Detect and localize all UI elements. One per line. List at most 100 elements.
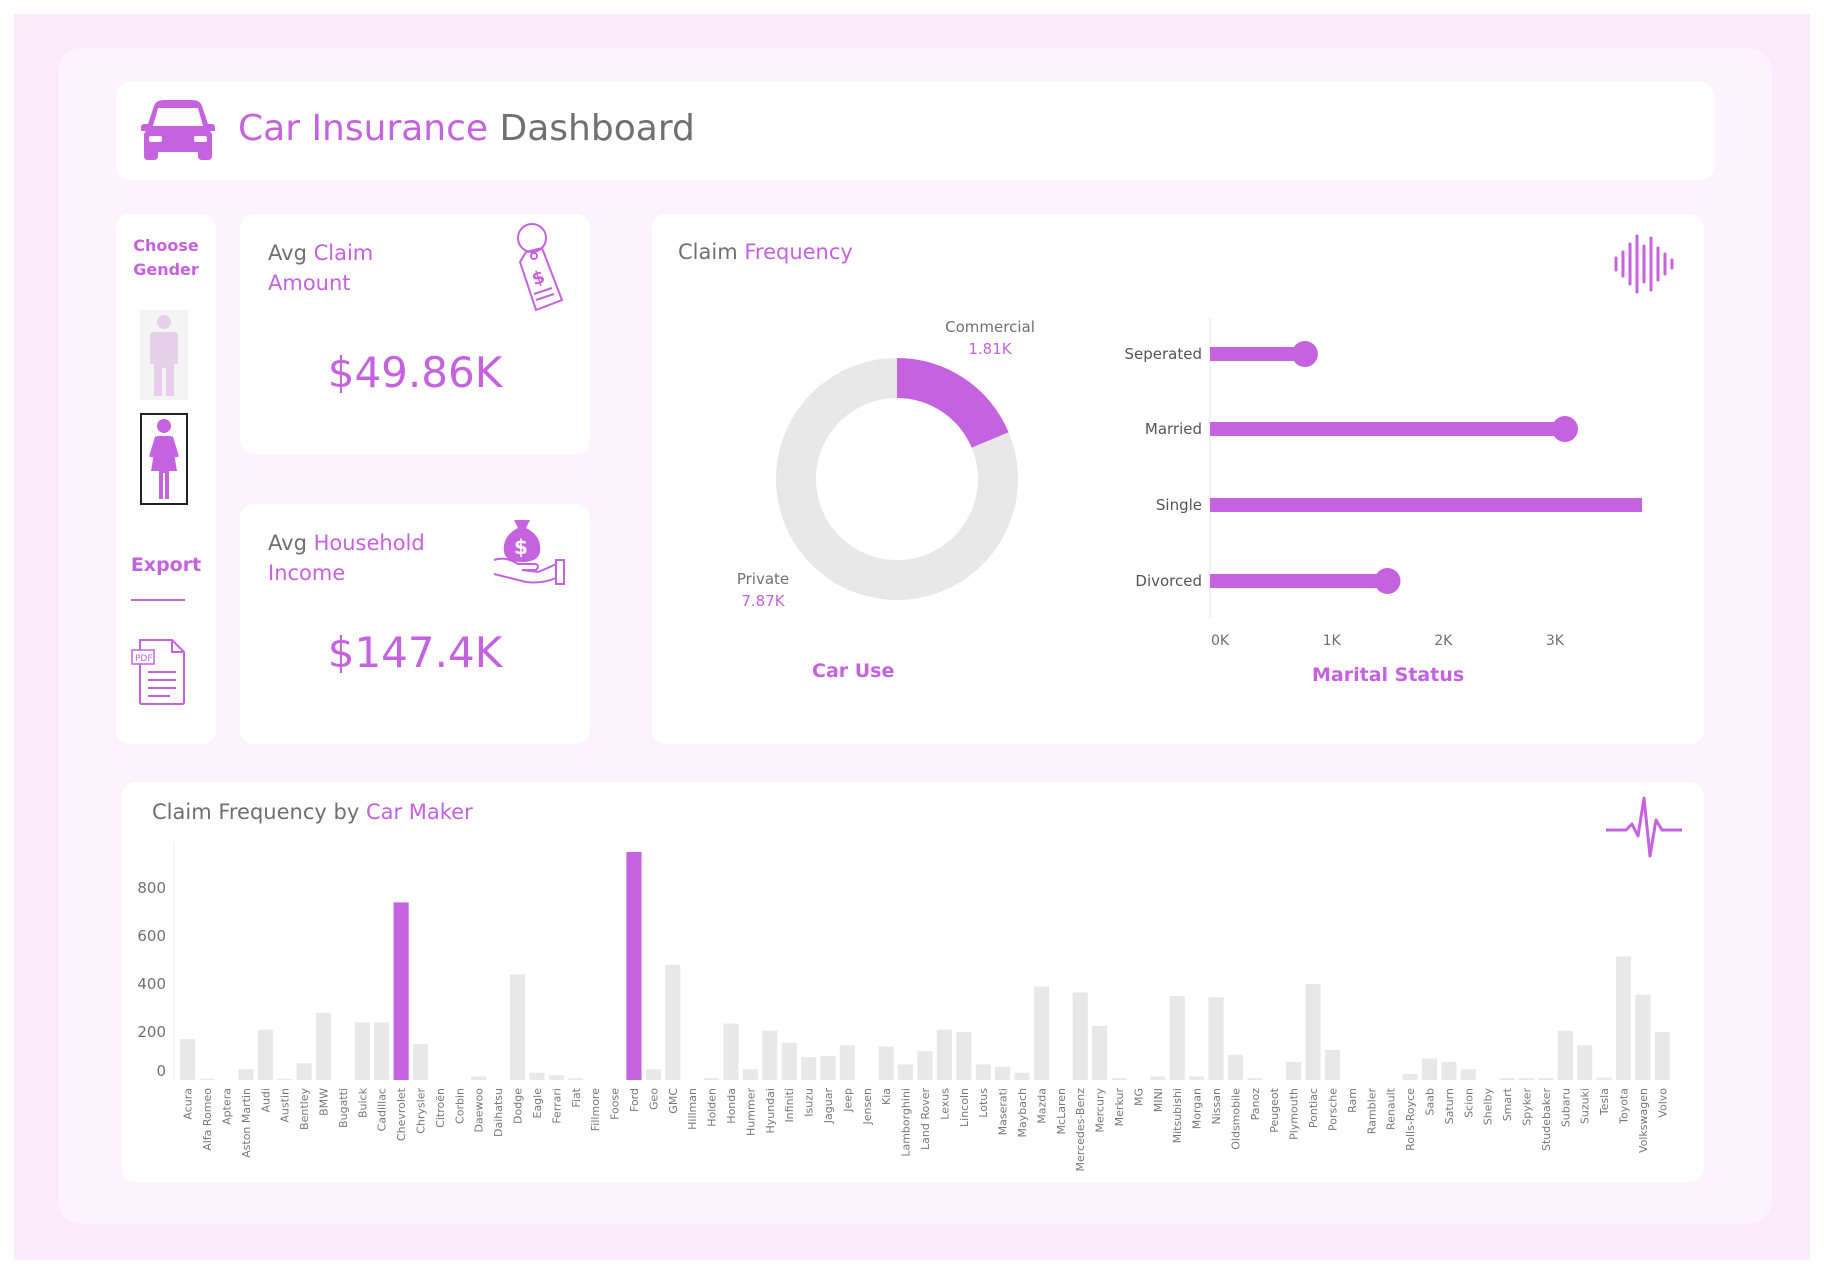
maker-bar-mazda[interactable] <box>1033 986 1049 1080</box>
maker-bar-scion[interactable] <box>1460 1069 1476 1080</box>
maker-bar-porsche[interactable] <box>1324 1050 1341 1080</box>
maker-bar-hyundai[interactable] <box>762 1030 778 1080</box>
marital-bar-seperated[interactable] <box>1210 347 1305 361</box>
maker-bar-holden[interactable] <box>704 1078 720 1080</box>
maker-bar-bentley[interactable] <box>296 1063 312 1080</box>
maker-bar-saab[interactable] <box>1421 1058 1438 1080</box>
maker-bar-saturn[interactable] <box>1441 1062 1457 1080</box>
maker-bar-lamborghini[interactable] <box>898 1064 914 1080</box>
maker-bar-oldsmobile[interactable] <box>1227 1054 1244 1080</box>
avg-claim-label-part: Avg <box>268 241 314 265</box>
export-label[interactable]: Export <box>116 554 216 576</box>
marital-bar-single[interactable] <box>1210 498 1642 512</box>
maker-bar-geo[interactable] <box>645 1069 661 1080</box>
maker-bar-audi[interactable] <box>257 1029 273 1080</box>
maker-label-mazda: Mazda <box>1035 1088 1048 1124</box>
maker-bar-austin[interactable] <box>277 1078 293 1080</box>
maker-bar-smart[interactable] <box>1499 1078 1515 1080</box>
maker-bar-lexus[interactable] <box>936 1029 952 1080</box>
maker-label-geo: Geo <box>647 1088 660 1110</box>
maker-bar-fiat[interactable] <box>568 1078 584 1080</box>
maker-bar-merkur[interactable] <box>1111 1078 1127 1080</box>
marital-dot-divorced[interactable] <box>1374 568 1401 594</box>
maker-bar-chrysler[interactable] <box>412 1044 429 1080</box>
maker-bar-subaru[interactable] <box>1557 1030 1573 1080</box>
maker-bar-aston-martin[interactable] <box>238 1069 254 1080</box>
maker-bar-land-rover[interactable] <box>917 1051 933 1080</box>
maker-bar-lincoln[interactable] <box>956 1032 972 1080</box>
maker-label-morgan: Morgan <box>1191 1088 1204 1129</box>
maker-bar-spyker[interactable] <box>1518 1078 1535 1080</box>
maker-bar-ford[interactable] <box>626 852 642 1080</box>
maker-bar-buick[interactable] <box>354 1022 370 1080</box>
maker-bar-maserati[interactable] <box>995 1066 1011 1080</box>
maker-bar-lotus[interactable] <box>975 1064 991 1080</box>
maker-bar-mitsubishi[interactable] <box>1169 996 1185 1080</box>
donut-label-private: Private 7.87K <box>728 570 798 610</box>
gender-filter-panel: Choose Gender Export PDF <box>116 214 216 744</box>
maker-bar-daewoo[interactable] <box>471 1076 487 1080</box>
donut-slice-commercial[interactable] <box>897 358 1009 448</box>
page-title: Car Insurance Dashboard <box>238 108 695 149</box>
heartbeat-pulse-icon <box>1606 796 1682 858</box>
maker-bar-hummer[interactable] <box>742 1069 758 1080</box>
female-filter-button[interactable] <box>140 413 188 505</box>
male-filter-button[interactable] <box>140 310 188 400</box>
maker-label-toyota: Toyota <box>1617 1088 1630 1125</box>
maker-bar-honda[interactable] <box>723 1023 739 1080</box>
maker-bar-cadillac[interactable] <box>374 1022 390 1080</box>
maker-bar-tesla[interactable] <box>1596 1077 1612 1080</box>
maker-bar-nissan[interactable] <box>1208 997 1224 1080</box>
maker-bar-chevrolet[interactable] <box>393 902 409 1080</box>
maker-bar-isuzu[interactable] <box>801 1057 817 1080</box>
maker-bar-toyota[interactable] <box>1615 956 1632 1080</box>
maker-ytick-800: 800 <box>137 879 166 897</box>
maker-bar-infiniti[interactable] <box>781 1042 797 1080</box>
marital-bar-married[interactable] <box>1210 422 1565 436</box>
maker-label-ford: Ford <box>628 1088 641 1112</box>
maker-bar-morgan[interactable] <box>1189 1076 1205 1080</box>
marital-dot-seperated[interactable] <box>1291 341 1318 367</box>
car-icon <box>141 100 215 160</box>
maker-bar-mercedes-benz[interactable] <box>1072 992 1088 1080</box>
marital-dot-married[interactable] <box>1551 416 1578 442</box>
maker-bar-acura[interactable] <box>180 1039 196 1080</box>
maker-label-hummer: Hummer <box>744 1088 757 1136</box>
maker-bar-ferrari[interactable] <box>548 1075 564 1080</box>
maker-bar-maybach[interactable] <box>1014 1072 1030 1080</box>
maker-label-fillmore: Fillmore <box>589 1088 602 1131</box>
avg-income-label: Avg Household Income <box>268 528 425 588</box>
donut-label-commercial: Commercial 1.81K <box>930 318 1050 358</box>
maker-label-bentley: Bentley <box>298 1088 311 1130</box>
maker-bar-bmw[interactable] <box>315 1012 332 1080</box>
maker-bar-studebaker[interactable] <box>1538 1078 1554 1080</box>
maker-bar-dodge[interactable] <box>509 974 526 1080</box>
export-pdf-button[interactable]: PDF <box>130 638 188 706</box>
maker-bar-mercury[interactable] <box>1092 1026 1108 1080</box>
maker-bar-rolls-royce[interactable] <box>1402 1074 1418 1080</box>
maker-bar-jeep[interactable] <box>839 1045 855 1080</box>
maker-bar-gmc[interactable] <box>665 964 681 1080</box>
maker-bar-jaguar[interactable] <box>820 1056 836 1080</box>
maker-bar-volvo[interactable] <box>1654 1032 1670 1080</box>
car-use-title: Car Use <box>812 660 895 682</box>
title-accent: Car Insurance <box>238 108 489 149</box>
maker-label-corbin: Corbin <box>453 1088 466 1124</box>
maker-bar-alfa-romeo[interactable] <box>199 1078 215 1080</box>
female-person-icon <box>149 419 179 499</box>
maker-bar-pontiac[interactable] <box>1305 984 1321 1080</box>
maker-label-hillman: Hillman <box>686 1088 699 1130</box>
private-value: 7.87K <box>741 592 785 610</box>
maker-label-chrysler: Chrysler <box>415 1088 428 1134</box>
svg-text:$: $ <box>514 535 528 559</box>
maker-bar-suzuki[interactable] <box>1577 1045 1593 1080</box>
maker-bar-panoz[interactable] <box>1247 1078 1263 1080</box>
maker-bar-volkswagen[interactable] <box>1635 994 1651 1080</box>
maker-bar-mini[interactable] <box>1150 1076 1166 1080</box>
maker-bar-kia[interactable] <box>878 1046 894 1080</box>
car-maker-card: 0 200 400 600 800 Acura Alfa Romeo Aptera Aston … <box>122 782 1704 1182</box>
maker-bar-plymouth[interactable] <box>1286 1062 1302 1080</box>
maker-label-honda: Honda <box>725 1088 738 1124</box>
marital-bar-divorced[interactable] <box>1210 574 1388 588</box>
maker-bar-eagle[interactable] <box>529 1072 545 1080</box>
